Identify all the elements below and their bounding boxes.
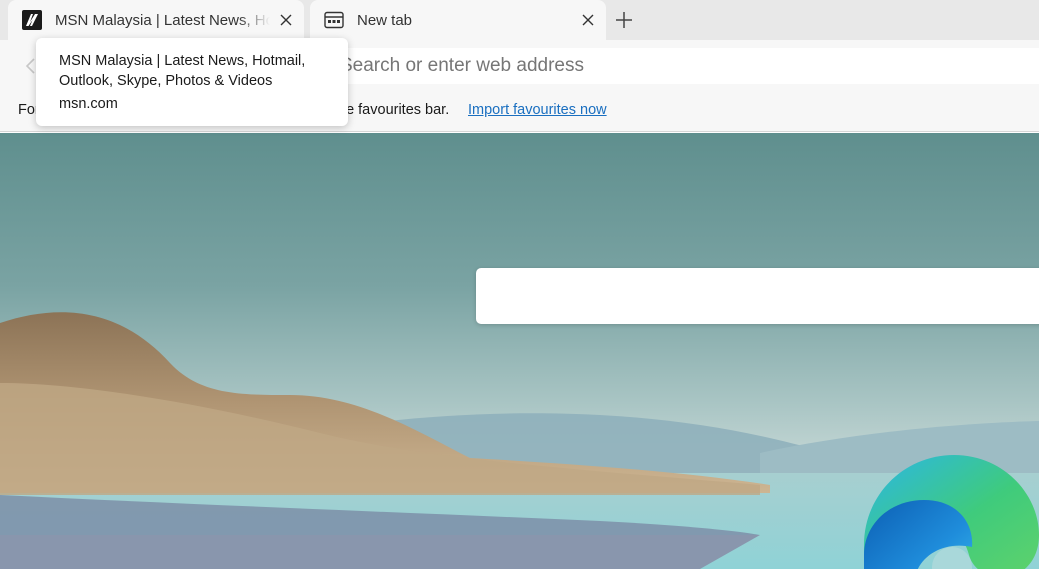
tab-new-tab[interactable]: New tab <box>310 0 606 40</box>
tab-msn[interactable]: MSN Malaysia | Latest News, Hotmail, Out… <box>8 0 304 40</box>
new-tab-page-icon <box>324 11 344 29</box>
tab-title: MSN Malaysia | Latest News, Hotmail, Out… <box>55 11 270 29</box>
import-favourites-link[interactable]: Import favourites now <box>468 102 607 118</box>
new-tab-page <box>0 133 1039 569</box>
favourites-prompt-end: he favourites bar. <box>338 102 450 118</box>
background-landscape <box>0 133 1039 569</box>
msn-icon <box>22 10 42 30</box>
close-icon[interactable] <box>580 12 596 28</box>
search-box[interactable] <box>476 268 1039 324</box>
tab-title: New tab <box>357 11 413 29</box>
plus-icon[interactable] <box>612 8 636 32</box>
address-bar[interactable] <box>318 48 1039 84</box>
tooltip-url: msn.com <box>59 96 118 112</box>
tab-tooltip: MSN Malaysia | Latest News, Hotmail, Out… <box>36 38 348 126</box>
tab-strip: MSN Malaysia | Latest News, Hotmail, Out… <box>0 0 1039 40</box>
close-icon[interactable] <box>278 12 294 28</box>
tooltip-title: MSN Malaysia | Latest News, Hotmail, Out… <box>59 53 306 89</box>
address-input[interactable] <box>318 48 1039 84</box>
